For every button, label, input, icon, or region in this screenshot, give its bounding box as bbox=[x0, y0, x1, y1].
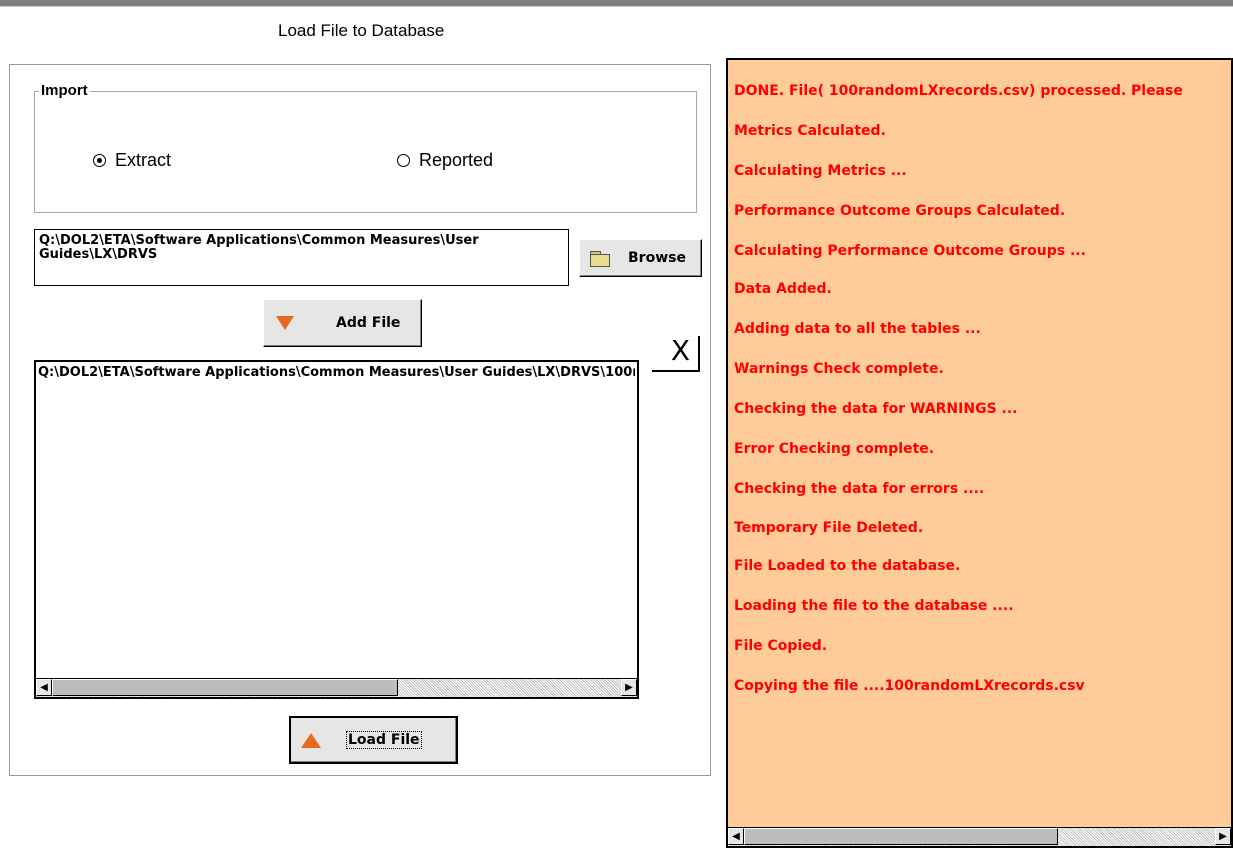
list-item[interactable]: Q:\DOL2\ETA\Software Applications\Common… bbox=[38, 365, 635, 380]
log-line: Error Checking complete. bbox=[734, 441, 935, 457]
file-list-hscrollbar[interactable]: ◀ ▶ bbox=[36, 678, 637, 697]
log-line: Metrics Calculated. bbox=[734, 123, 886, 139]
log-line: Warnings Check complete. bbox=[734, 361, 944, 377]
import-group-label: Import bbox=[39, 82, 90, 99]
radio-extract[interactable]: Extract bbox=[93, 150, 171, 171]
remove-file-button[interactable]: X bbox=[652, 336, 700, 372]
log-line: DONE. File( 100randomLXrecords.csv) proc… bbox=[734, 83, 1183, 99]
log-hscrollbar[interactable]: ◀ ▶ bbox=[728, 827, 1231, 846]
scroll-left-button[interactable]: ◀ bbox=[36, 679, 52, 696]
log-line: Calculating Metrics ... bbox=[734, 163, 907, 179]
log-line: Data Added. bbox=[734, 281, 832, 297]
add-file-button-label: Add File bbox=[336, 315, 401, 331]
radio-reported-indicator[interactable] bbox=[397, 154, 410, 167]
arrow-down-icon bbox=[276, 316, 294, 330]
radio-reported[interactable]: Reported bbox=[397, 150, 493, 171]
arrow-up-icon bbox=[301, 732, 321, 748]
log-line: Checking the data for WARNINGS ... bbox=[734, 401, 1018, 417]
file-path-field[interactable]: Q:\DOL2\ETA\Software Applications\Common… bbox=[34, 229, 569, 286]
window-top-border bbox=[0, 0, 1233, 7]
radio-extract-label: Extract bbox=[115, 150, 172, 170]
file-listbox[interactable]: Q:\DOL2\ETA\Software Applications\Common… bbox=[34, 360, 639, 699]
log-line: File Loaded to the database. bbox=[734, 558, 961, 574]
log-line: Calculating Performance Outcome Groups .… bbox=[734, 243, 1086, 259]
log-line: Adding data to all the tables ... bbox=[734, 321, 981, 337]
add-file-button[interactable]: Add File bbox=[263, 299, 422, 347]
browse-button-label: Browse bbox=[628, 250, 686, 266]
status-log-panel[interactable]: DONE. File( 100randomLXrecords.csv) proc… bbox=[726, 58, 1233, 848]
folder-icon bbox=[590, 250, 610, 267]
log-scroll-left-button[interactable]: ◀ bbox=[728, 828, 744, 845]
log-line: Temporary File Deleted. bbox=[734, 520, 924, 536]
scroll-thumb[interactable] bbox=[52, 679, 398, 696]
log-line: Copying the file ....100randomLXrecords.… bbox=[734, 678, 1085, 694]
log-line: Performance Outcome Groups Calculated. bbox=[734, 203, 1066, 219]
log-scroll-right-button[interactable]: ▶ bbox=[1215, 828, 1231, 845]
log-line: Loading the file to the database .... bbox=[734, 598, 1014, 614]
radio-extract-indicator[interactable] bbox=[93, 154, 106, 167]
page-title: Load File to Database bbox=[278, 21, 445, 40]
log-scroll-thumb[interactable] bbox=[744, 828, 1058, 845]
radio-reported-label: Reported bbox=[419, 150, 494, 170]
browse-button[interactable]: Browse bbox=[579, 239, 702, 277]
load-file-button-label: Load File bbox=[346, 731, 422, 749]
log-line: Checking the data for errors .... bbox=[734, 481, 985, 497]
scroll-right-button[interactable]: ▶ bbox=[621, 679, 637, 696]
close-icon: X bbox=[670, 334, 690, 367]
log-line: File Copied. bbox=[734, 638, 828, 654]
load-file-button[interactable]: Load File bbox=[289, 716, 458, 764]
